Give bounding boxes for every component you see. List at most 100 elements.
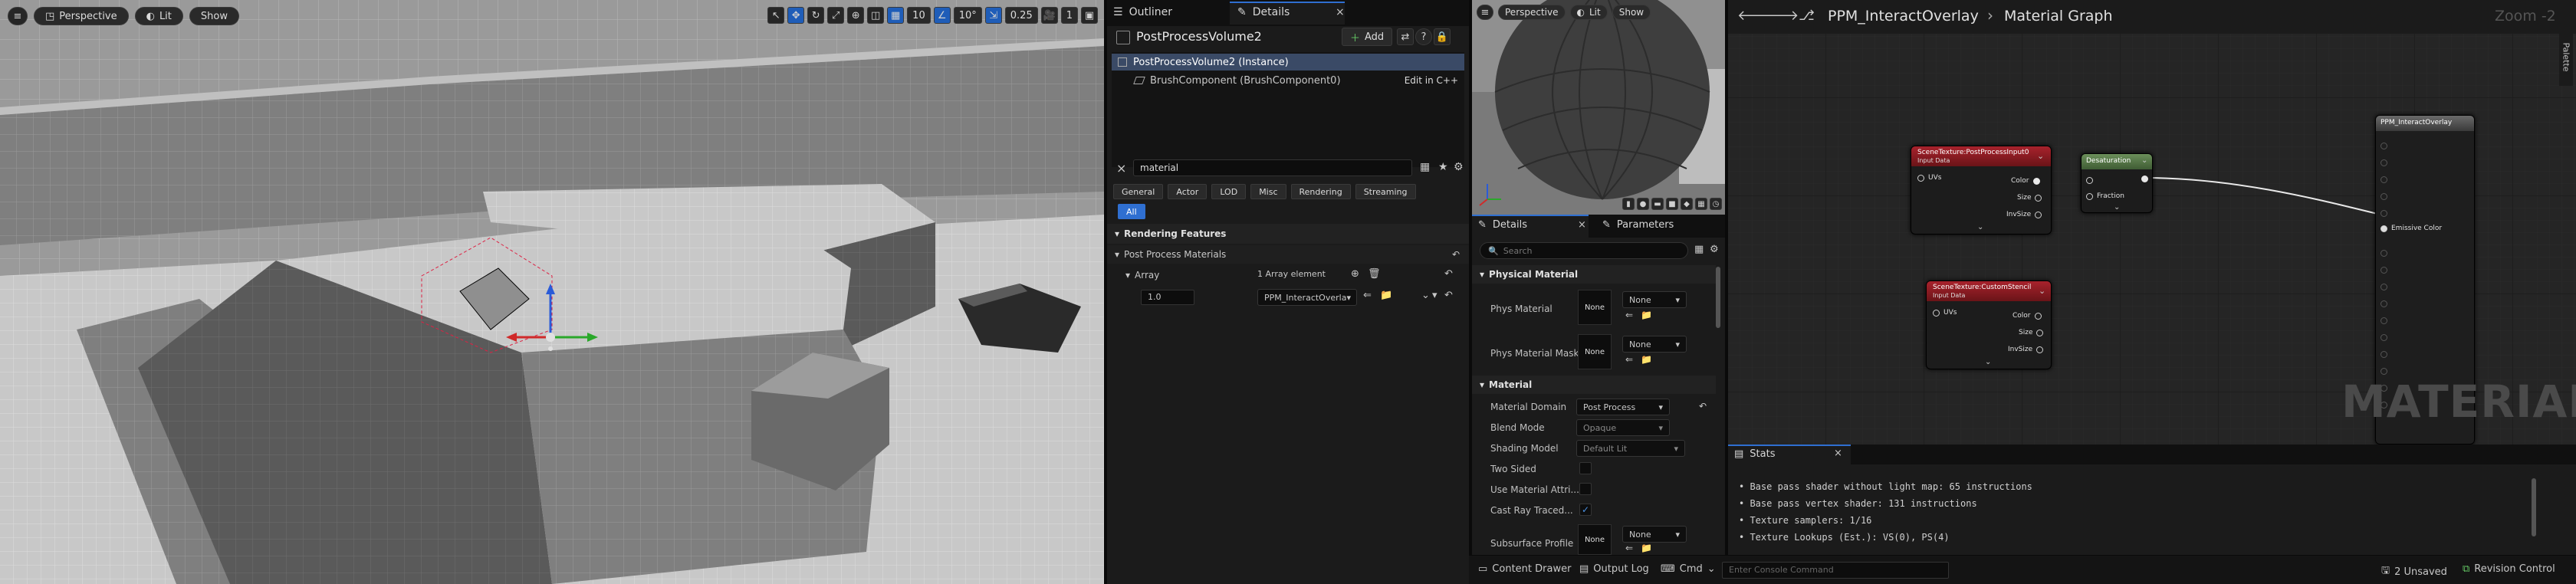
browse-icon[interactable]: 📁 xyxy=(1641,543,1652,553)
perspective-button[interactable]: ◳ Perspective xyxy=(34,7,129,25)
blend-mode-select[interactable]: Opaque ▾ xyxy=(1576,419,1670,436)
pin-emissive-color[interactable]: Emissive Color xyxy=(2380,225,2442,232)
filter-lod[interactable]: LOD xyxy=(1211,184,1247,199)
use-selected-icon[interactable]: ⇐ xyxy=(1363,290,1372,301)
tab-outliner[interactable]: ☰ Outliner xyxy=(1113,6,1172,18)
pin-size[interactable]: Size xyxy=(2017,194,2042,202)
pin-invsize[interactable]: InvSize xyxy=(2006,211,2042,218)
world-space-icon[interactable]: ⊕ xyxy=(847,7,865,24)
lock-icon[interactable]: 🔒 xyxy=(1434,28,1451,45)
camera-speed-value[interactable]: 1 xyxy=(1060,7,1078,24)
details-scrollbar[interactable] xyxy=(1716,267,1720,328)
console-command-input[interactable]: Enter Console Command xyxy=(1722,562,1949,579)
lit-button[interactable]: ◐ Lit xyxy=(134,7,183,25)
pin-output[interactable] xyxy=(2141,176,2148,182)
element-material-select[interactable]: PPM_InteractOverla ▾ xyxy=(1257,289,1357,306)
details-search-input[interactable]: material xyxy=(1133,159,1412,176)
preview-plane-icon[interactable]: ▬ xyxy=(1651,198,1664,210)
material-search-input[interactable]: 🔍 Search xyxy=(1480,242,1688,259)
phys-material-mask-select[interactable]: None ▾ xyxy=(1622,336,1687,353)
add-component-button[interactable]: ＋ Add xyxy=(1342,28,1393,46)
category-material[interactable]: ▾ Material xyxy=(1472,376,1716,394)
browse-icon[interactable]: 📁 xyxy=(1641,354,1652,365)
level-viewport[interactable]: ≡ ◳ Perspective ◐ Lit Show ↖ ✥ ↻ ⤢ ⊕ ◫ ▦ 1… xyxy=(0,0,1104,584)
collapse-chevron-icon[interactable]: ⌄ xyxy=(1977,223,1983,231)
grid-snap-value[interactable]: 10 xyxy=(907,7,931,24)
preview-cylinder-icon[interactable]: ▮ xyxy=(1622,198,1635,210)
reset-icon[interactable]: ↶ xyxy=(1452,249,1460,260)
filter-streaming[interactable]: Streaming xyxy=(1355,184,1416,199)
help-icon[interactable]: ? xyxy=(1415,28,1432,45)
forward-arrow-icon[interactable]: 🡒 xyxy=(1762,8,1799,24)
collapse-chevron-icon[interactable]: ⌄ xyxy=(2114,203,2120,212)
material-domain-select[interactable]: Post Process ▾ xyxy=(1576,399,1670,415)
maximize-viewport-icon[interactable]: ▣ xyxy=(1081,7,1098,24)
preview-perspective-button[interactable]: Perspective xyxy=(1498,5,1566,20)
desaturation-node[interactable]: Desaturation ⌄ Fraction ⌄ xyxy=(2081,153,2153,213)
reset-icon[interactable]: ↶ xyxy=(1444,290,1453,301)
chevron-down-icon[interactable]: ⌄ xyxy=(1421,290,1430,301)
material-graph-panel[interactable]: 🡐 🡒 ⎇ PPM_InteractOverlay › Material Gra… xyxy=(1728,0,2576,445)
node-menu-icon[interactable]: ⌄ xyxy=(2037,151,2044,161)
content-drawer-button[interactable]: ▭ Content Drawer xyxy=(1478,563,1571,575)
show-button[interactable]: Show xyxy=(189,7,239,25)
use-material-attributes-checkbox[interactable] xyxy=(1579,483,1592,495)
pin-input[interactable] xyxy=(2086,177,2093,184)
close-details-tab-icon[interactable]: × xyxy=(1336,6,1345,18)
pin-fraction[interactable]: Fraction xyxy=(2086,192,2124,200)
clear-search-icon[interactable]: × xyxy=(1116,161,1126,176)
scene-texture-postprocess-node[interactable]: SceneTexture:PostProcessInput0 Input Dat… xyxy=(1911,146,2052,235)
property-matrix-icon[interactable]: ▦ xyxy=(1694,244,1704,255)
scale-mode-icon[interactable]: ⤢ xyxy=(827,7,845,24)
two-sided-checkbox[interactable] xyxy=(1579,462,1592,474)
collapse-chevron-icon[interactable]: ⌄ xyxy=(1985,358,1991,366)
preview-lit-button[interactable]: ◐ Lit xyxy=(1569,5,1608,20)
settings-gear-icon[interactable]: ⚙ xyxy=(1454,161,1464,173)
pin-uvs[interactable]: UVs xyxy=(1933,309,1957,317)
blueprint-icon[interactable]: ⇄ xyxy=(1397,28,1414,45)
palette-tab[interactable]: Palette xyxy=(2559,28,2573,86)
pin-uvs[interactable]: UVs xyxy=(1917,174,1941,182)
camera-speed-icon[interactable]: 🎥 xyxy=(1040,7,1058,24)
favorites-icon[interactable]: ★ xyxy=(1438,161,1448,173)
unsaved-button[interactable]: 🖫 2 Unsaved xyxy=(2381,563,2447,580)
preview-cube-icon[interactable]: ■ xyxy=(1666,198,1678,210)
shading-model-select[interactable]: Default Lit ▾ xyxy=(1576,440,1685,457)
tab-details[interactable]: ✎ Details xyxy=(1237,6,1290,18)
output-log-button[interactable]: ▤ Output Log xyxy=(1579,563,1649,575)
filter-actor[interactable]: Actor xyxy=(1168,184,1208,199)
category-rendering-features[interactable]: ▾ Rendering Features xyxy=(1107,224,1469,244)
preview-menu-button[interactable]: ≡ xyxy=(1477,5,1493,20)
close-tab-icon[interactable]: × xyxy=(1834,448,1842,459)
filter-all[interactable]: All xyxy=(1118,204,1145,219)
preview-show-button[interactable]: Show xyxy=(1612,5,1651,20)
edit-in-cpp-link[interactable]: Edit in C++ xyxy=(1405,75,1458,86)
post-process-materials-row[interactable]: ▾ Post Process Materials ↶ xyxy=(1107,245,1469,264)
preview-realtime-icon[interactable]: ◷ xyxy=(1710,198,1722,210)
pin-color[interactable]: Color xyxy=(2011,177,2040,185)
grid-snap-icon[interactable]: ▦ xyxy=(887,7,905,24)
stats-scrollbar[interactable] xyxy=(2532,478,2536,536)
tab-stats[interactable]: ▤ Stats xyxy=(1734,448,1775,460)
close-tab-icon[interactable]: × xyxy=(1578,219,1586,231)
settings-gear-icon[interactable]: ⚙ xyxy=(1710,244,1719,255)
material-preview-viewport[interactable]: ≡ Perspective ◐ Lit Show ▮ ● ▬ ■ ◆ ▦ ◷ xyxy=(1472,0,1725,215)
scale-snap-icon[interactable]: ⇲ xyxy=(984,7,1002,24)
node-menu-icon[interactable]: ⌄ xyxy=(2141,156,2147,165)
preview-grid-icon[interactable]: ▦ xyxy=(1695,198,1707,210)
rotate-mode-icon[interactable]: ↻ xyxy=(807,7,825,24)
rotation-snap-value[interactable]: 10° xyxy=(953,7,982,24)
scene-texture-customstencil-node[interactable]: SceneTexture:CustomStencil Input Data ⌄ … xyxy=(1926,281,2052,369)
cmd-dropdown[interactable]: ⌨ Cmd ⌄ xyxy=(1661,563,1716,575)
phys-material-select[interactable]: None ▾ xyxy=(1622,291,1687,308)
element-options-icon[interactable]: ▾ xyxy=(1432,290,1438,301)
filter-misc[interactable]: Misc xyxy=(1250,184,1286,199)
preview-mesh-icon[interactable]: ◆ xyxy=(1681,198,1693,210)
select-mode-icon[interactable]: ↖ xyxy=(767,7,785,24)
viewport-menu-button[interactable]: ≡ xyxy=(8,7,28,25)
browse-icon[interactable]: 📁 xyxy=(1641,310,1652,320)
filter-general[interactable]: General xyxy=(1113,184,1164,199)
category-physical-material[interactable]: ▾ Physical Material xyxy=(1472,265,1716,284)
pin-color[interactable]: Color xyxy=(2013,312,2042,320)
scale-snap-value[interactable]: 0.25 xyxy=(1004,7,1038,24)
